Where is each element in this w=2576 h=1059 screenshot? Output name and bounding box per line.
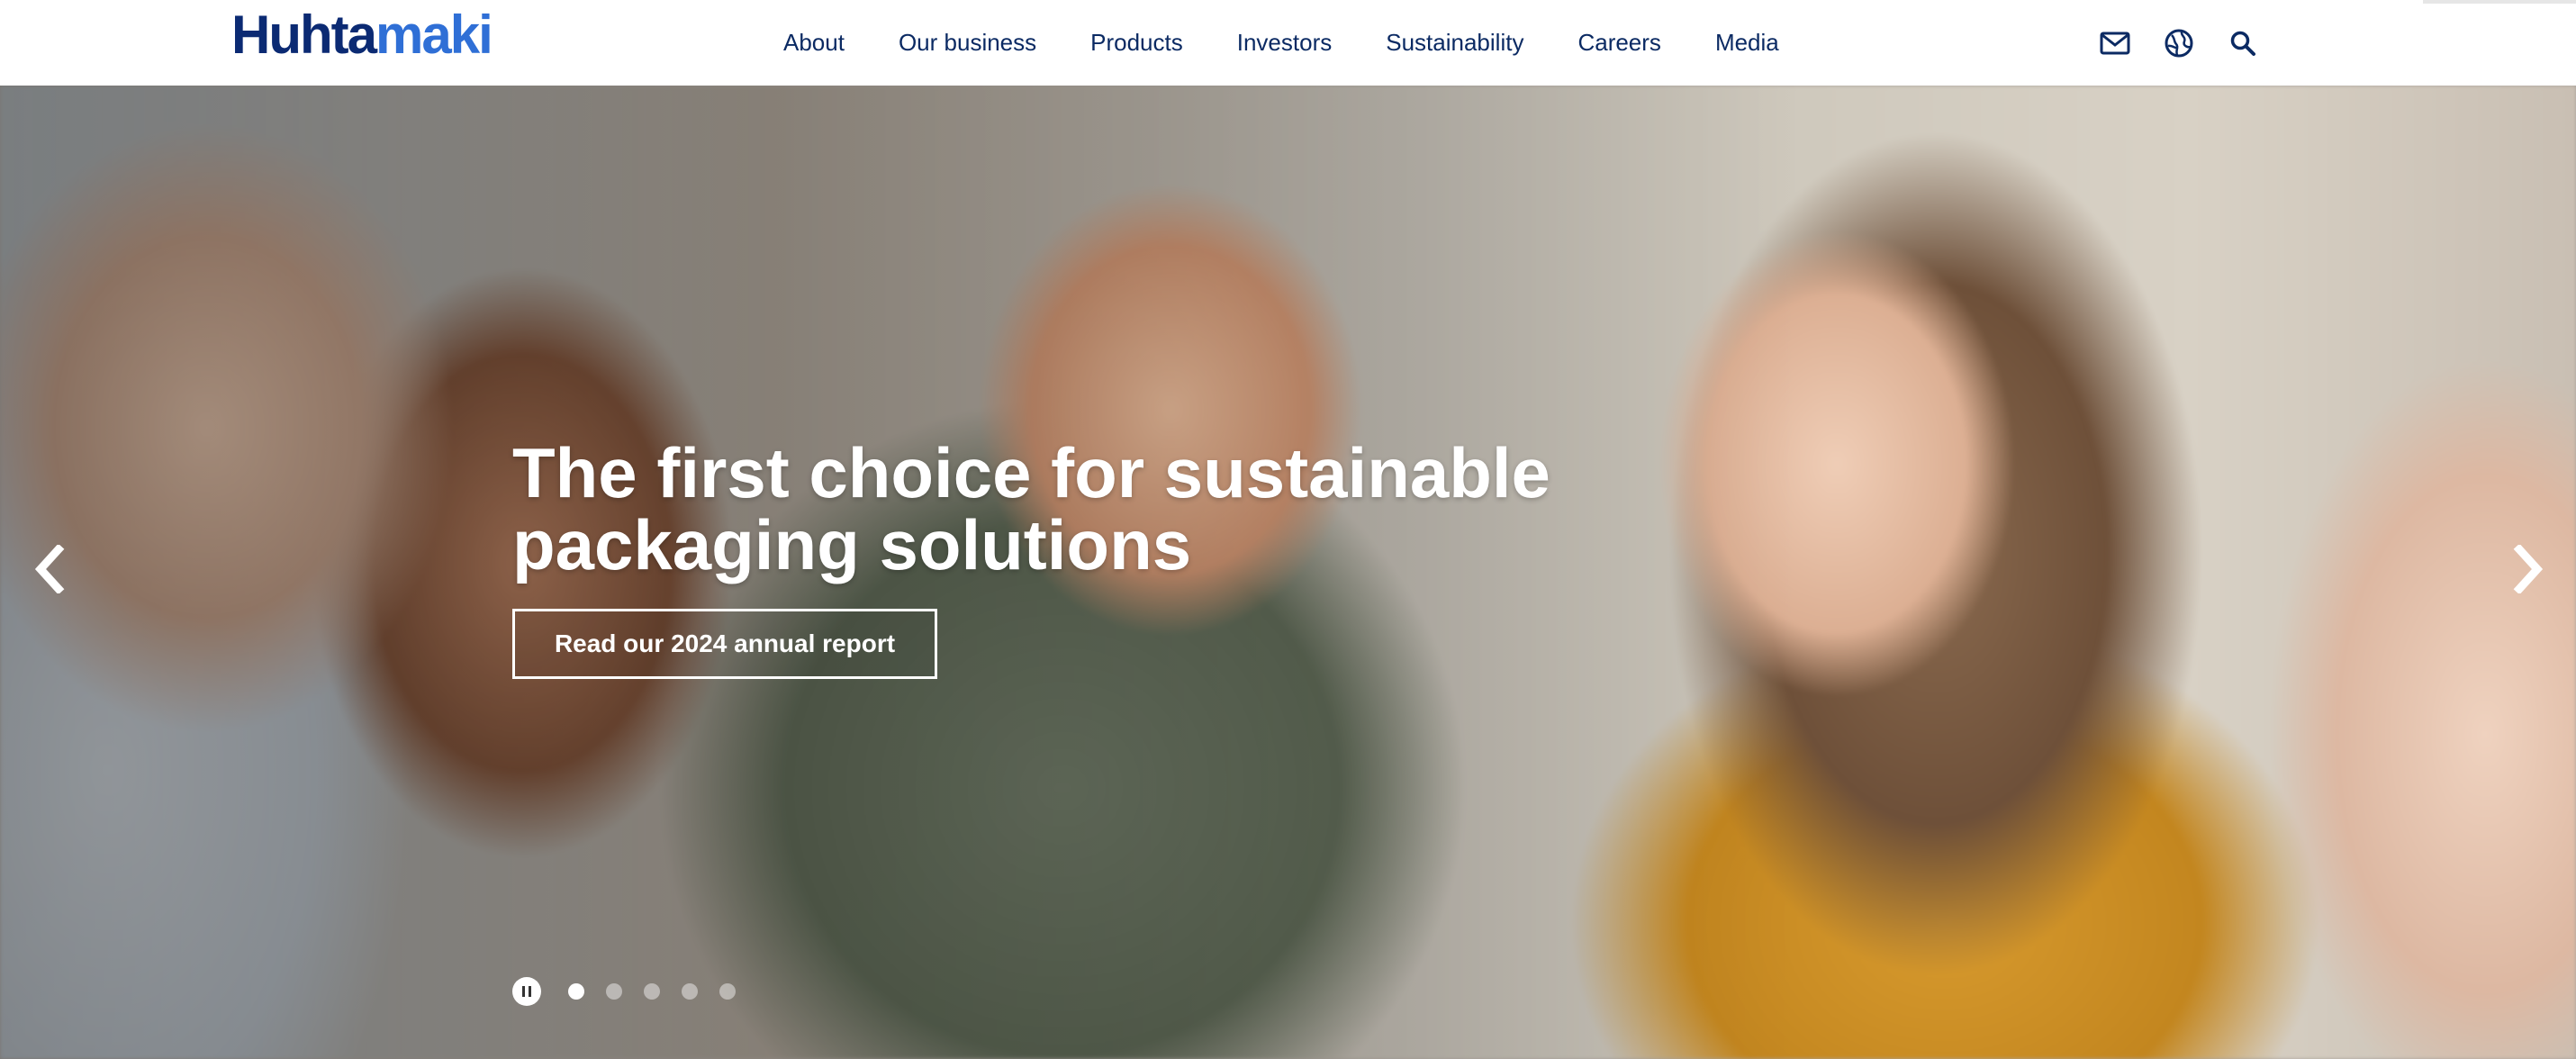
logo-text-part1: Huhta [231,5,377,65]
nav-item-sustainability[interactable]: Sustainability [1386,29,1523,57]
carousel-dot-2[interactable] [606,983,622,1000]
search-icon [2230,31,2255,56]
pause-icon [522,986,525,997]
nav-item-investors[interactable]: Investors [1237,29,1333,57]
globe-icon [2165,29,2193,57]
language-button[interactable] [2157,22,2201,65]
chevron-right-icon [2513,545,2544,593]
carousel-prev-button[interactable] [23,538,77,601]
main-nav: About Our business Products Investors Su… [783,0,1779,86]
header-corner-tab [2423,0,2576,4]
site-header: Huhta maki About Our business Products In… [0,0,2576,86]
nav-item-our-business[interactable]: Our business [899,29,1036,57]
nav-item-media[interactable]: Media [1715,29,1779,57]
mail-icon [2100,32,2130,54]
annual-report-button[interactable]: Read our 2024 annual report [512,609,937,679]
carousel-next-button[interactable] [2501,538,2555,601]
hero-carousel: The first choice for sustainable packagi… [0,86,2576,1059]
hero-title: The first choice for sustainable packagi… [512,433,1550,584]
carousel-dot-1[interactable] [568,983,584,1000]
carousel-controls [512,977,736,1006]
huhtamaki-logo[interactable]: Huhta maki [231,4,493,67]
carousel-dot-5[interactable] [719,983,736,1000]
nav-item-products[interactable]: Products [1090,29,1183,57]
nav-item-careers[interactable]: Careers [1577,29,1660,57]
header-utilities [2093,0,2264,86]
carousel-dot-3[interactable] [644,983,660,1000]
search-button[interactable] [2221,22,2264,65]
pause-icon-bar [529,986,531,997]
carousel-pause-button[interactable] [512,977,541,1006]
contact-button[interactable] [2093,22,2137,65]
chevron-left-icon [34,545,65,593]
carousel-dot-4[interactable] [682,983,698,1000]
logo-text-part2: maki [375,5,493,65]
nav-item-about[interactable]: About [783,29,845,57]
